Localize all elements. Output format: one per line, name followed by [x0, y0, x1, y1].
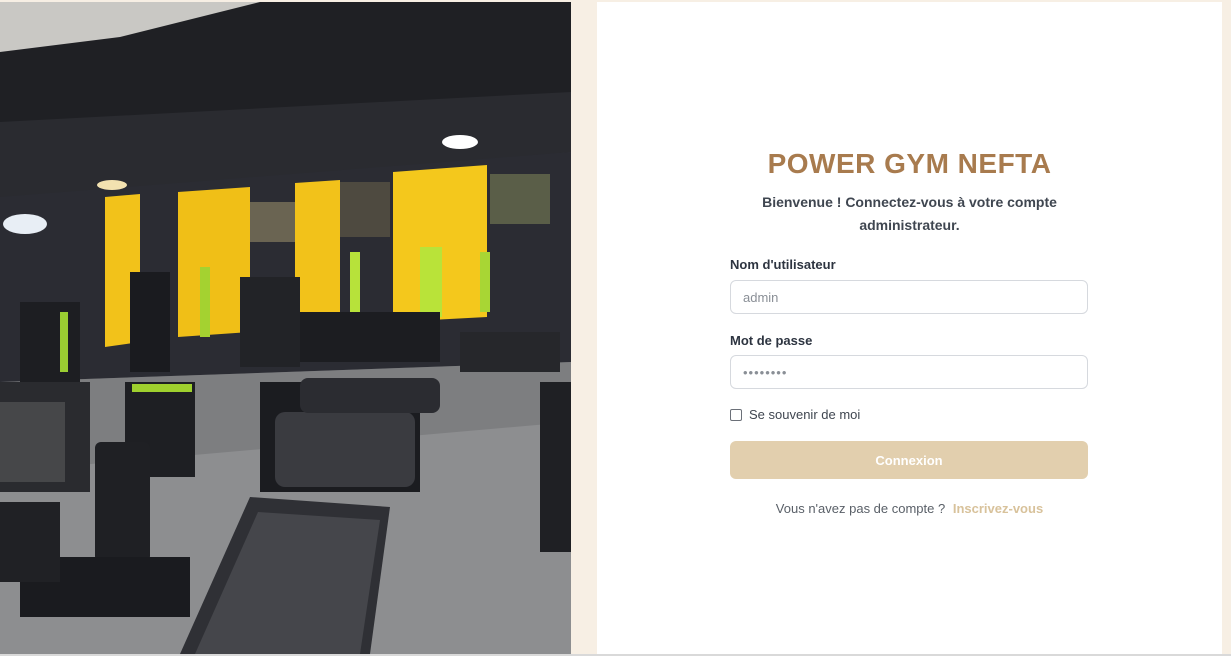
password-input[interactable]	[730, 355, 1088, 389]
login-page: POWER GYM NEFTA Bienvenue ! Connectez-vo…	[0, 0, 1231, 656]
gym-photo-illustration	[0, 2, 571, 654]
signup-link[interactable]: Inscrivez-vous	[953, 501, 1043, 516]
signup-row: Vous n'avez pas de compte ? Inscrivez-vo…	[597, 501, 1222, 516]
login-card: POWER GYM NEFTA Bienvenue ! Connectez-vo…	[597, 2, 1222, 654]
welcome-message: Bienvenue ! Connectez-vous à votre compt…	[762, 194, 1057, 233]
remember-me[interactable]: Se souvenir de moi	[730, 407, 860, 422]
remember-checkbox[interactable]	[730, 408, 742, 421]
username-input[interactable]	[730, 280, 1088, 314]
username-label: Nom d'utilisateur	[730, 257, 836, 272]
right-margin	[1222, 2, 1231, 654]
password-label: Mot de passe	[730, 333, 813, 348]
remember-label: Se souvenir de moi	[749, 407, 861, 422]
brand-title: POWER GYM NEFTA	[767, 148, 1052, 179]
login-button[interactable]: Connexion	[730, 441, 1088, 479]
gym-photo	[0, 2, 571, 654]
signup-prompt: Vous n'avez pas de compte ?	[775, 501, 946, 516]
